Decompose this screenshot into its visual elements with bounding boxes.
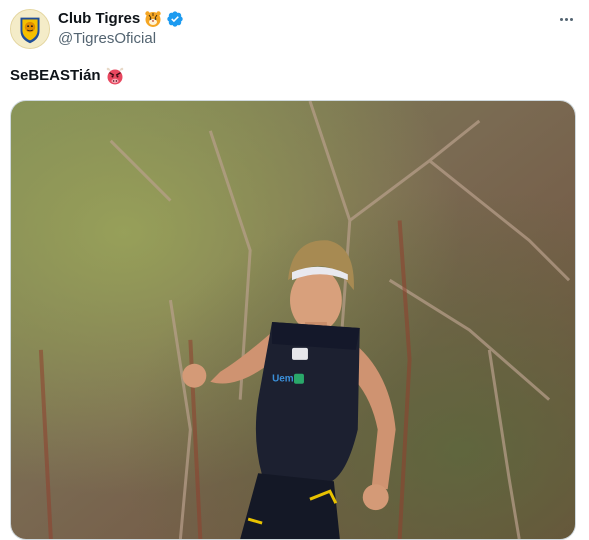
tweet-card: Club Tigres @TigresOficial SeBEASTián Ue… — [0, 0, 589, 540]
author-name[interactable]: Club Tigres — [58, 9, 140, 29]
tweet-photo[interactable]: Uemu — [10, 100, 576, 540]
tweet-text-row: SeBEASTián — [10, 66, 125, 86]
verified-badge-icon[interactable] — [166, 10, 184, 28]
tigres-shield-icon — [11, 10, 49, 48]
more-options-icon[interactable] — [555, 9, 577, 29]
club-logo-avatar[interactable] — [10, 9, 50, 49]
angry-bull-face-icon — [106, 67, 123, 85]
author-handle[interactable]: @TigresOficial — [58, 30, 156, 48]
photo-player-training: Uemu — [11, 101, 575, 539]
author-name-row: Club Tigres — [58, 9, 184, 29]
tiger-face-icon — [145, 11, 161, 27]
tweet-text: SeBEASTián — [10, 67, 101, 84]
